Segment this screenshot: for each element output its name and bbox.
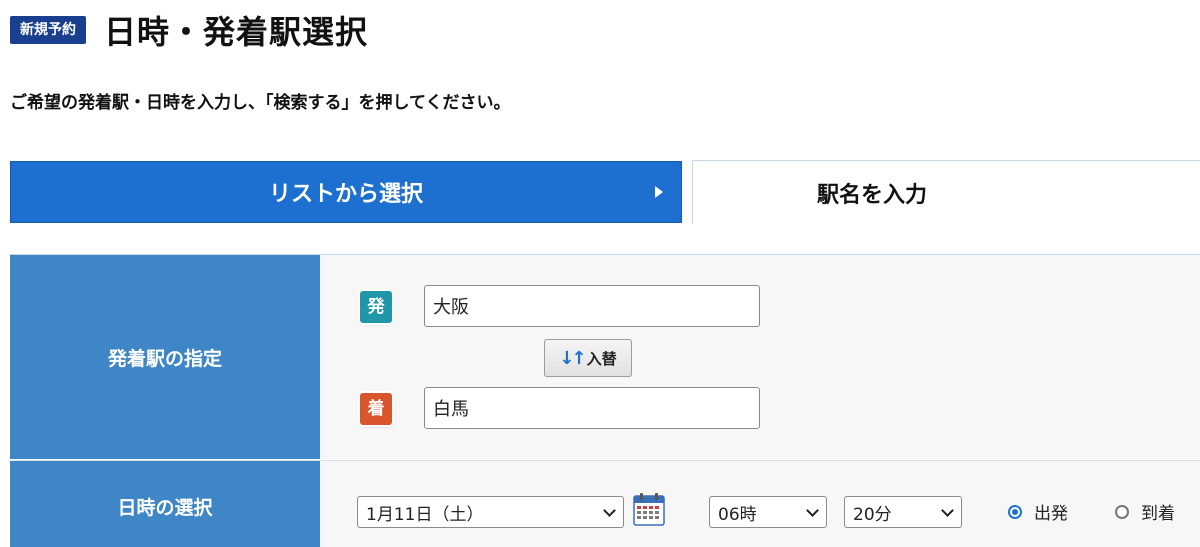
datetime-row: 日時の選択 1月11日（土） 06時 20分 出発 到着 (10, 460, 1200, 547)
station-row-label: 発着駅の指定 (10, 255, 320, 459)
swap-button-label: 入替 (586, 349, 617, 368)
arrival-station-input[interactable] (424, 387, 760, 429)
date-select-value: 1月11日（土） (366, 504, 484, 525)
triangle-right-icon (655, 186, 663, 198)
calendar-icon[interactable] (633, 492, 665, 526)
date-select[interactable]: 1月11日（土） (357, 496, 624, 528)
hour-select-value: 06時 (718, 504, 757, 525)
station-row: 発着駅の指定 発 ↓↑ 入替 着 (10, 255, 1200, 459)
tab-select-from-list-label: リストから選択 (268, 182, 423, 207)
new-booking-badge: 新規予約 (10, 16, 86, 44)
chevron-down-icon (603, 504, 616, 517)
tab-enter-station-name-label: 駅名を入力 (816, 182, 927, 208)
datetime-row-content: 1月11日（土） 06時 20分 出発 到着 (320, 461, 1200, 547)
station-row-content: 発 ↓↑ 入替 着 (320, 255, 1200, 459)
minute-select-value: 20分 (853, 504, 892, 525)
chevron-down-icon (941, 504, 954, 517)
datetime-row-label: 日時の選択 (10, 461, 320, 547)
swap-arrows-icon: ↓↑ (559, 347, 586, 369)
departure-radio-label: 出発 (1034, 504, 1068, 524)
departure-station-input[interactable] (424, 285, 760, 327)
tab-select-from-list[interactable]: リストから選択 (10, 161, 682, 223)
page-header: 新規予約 日時・発着駅選択 (10, 10, 369, 51)
radio-unchecked-icon (1115, 504, 1129, 519)
page-title: 日時・発着駅選択 (104, 13, 369, 51)
hour-select[interactable]: 06時 (709, 496, 827, 528)
arrival-radio[interactable]: 到着 (1115, 499, 1175, 524)
arrival-radio-label: 到着 (1141, 504, 1175, 524)
departure-station-icon: 発 (360, 291, 392, 323)
minute-select[interactable]: 20分 (844, 496, 962, 528)
search-form: 発着駅の指定 発 ↓↑ 入替 着 日時の選択 1月11日（土） (10, 254, 1200, 547)
instruction-text: ご希望の発着駅・日時を入力し、「検索する」を押してください。 (10, 93, 511, 113)
arrival-station-icon: 着 (360, 393, 392, 425)
radio-checked-icon (1008, 504, 1022, 519)
chevron-down-icon (806, 504, 819, 517)
swap-stations-button[interactable]: ↓↑ 入替 (544, 339, 632, 377)
tab-enter-station-name[interactable]: 駅名を入力 (692, 160, 1200, 224)
departure-radio[interactable]: 出発 (1008, 499, 1068, 524)
booking-page: 新規予約 日時・発着駅選択 ご希望の発着駅・日時を入力し、「検索する」を押してく… (0, 0, 1200, 547)
